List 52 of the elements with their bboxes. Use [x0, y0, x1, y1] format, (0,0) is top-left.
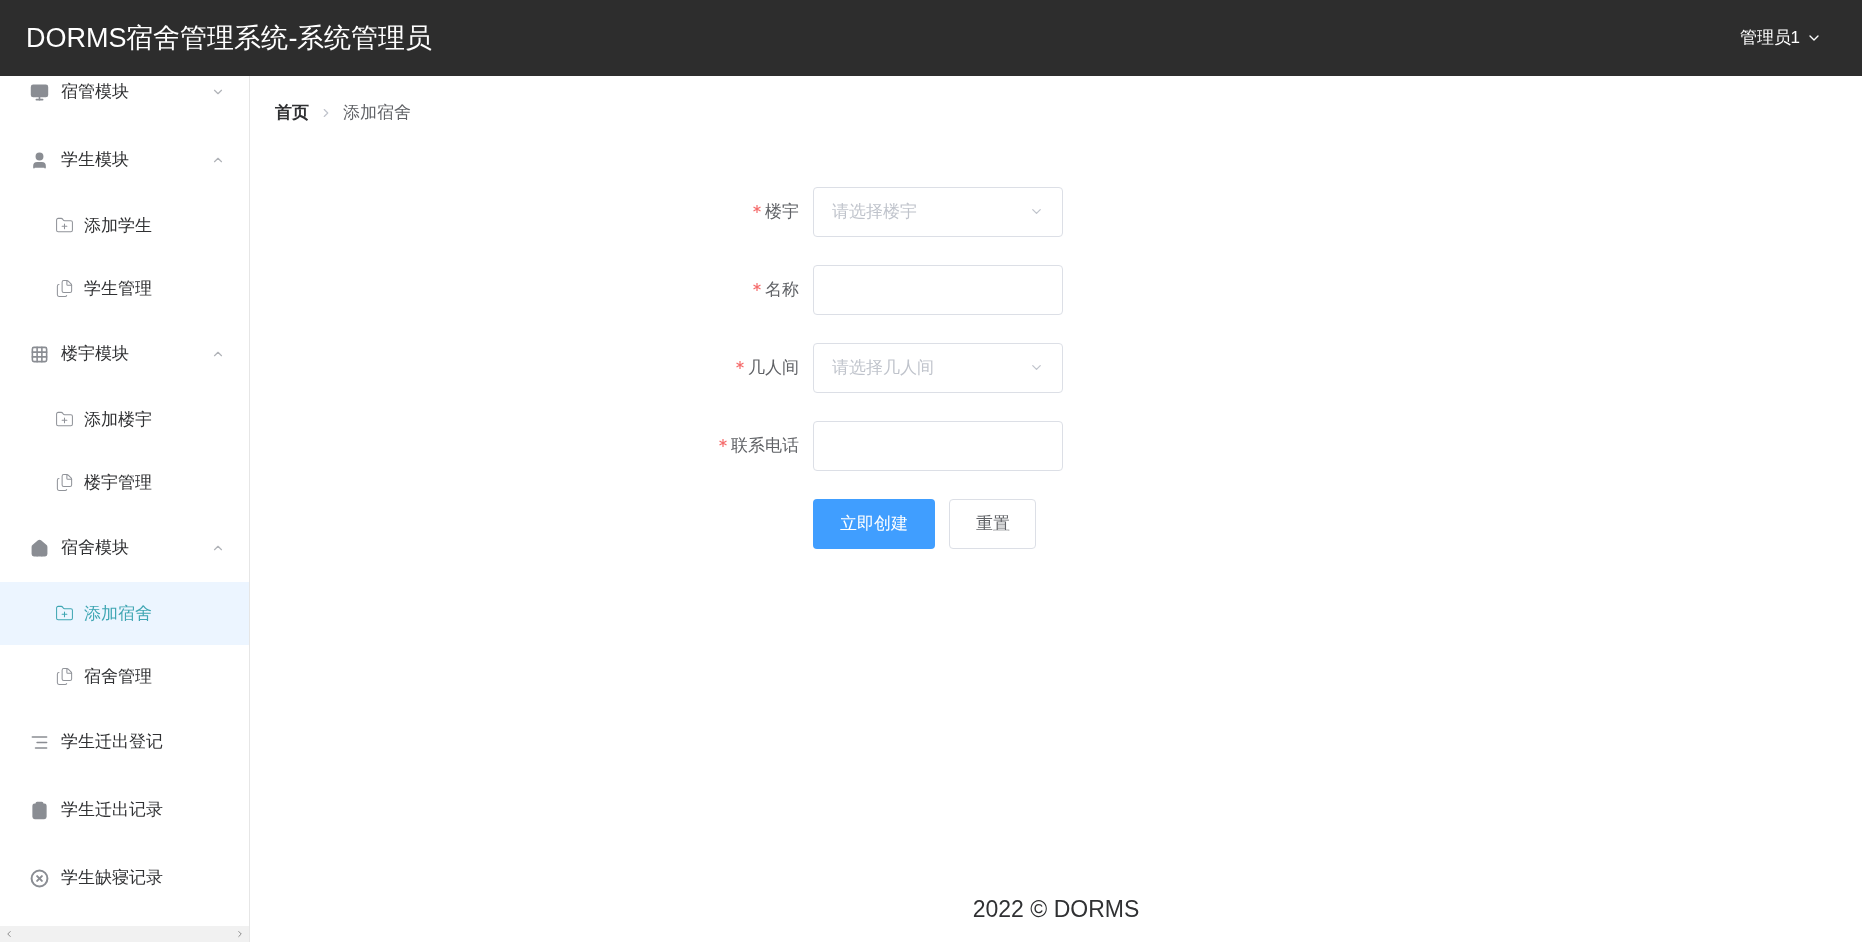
menu-item-label: 添加宿舍	[84, 602, 152, 625]
user-icon	[30, 150, 49, 170]
menu-group[interactable]: 学生模块	[0, 126, 249, 194]
folder-plus-icon	[55, 604, 74, 623]
menu-group[interactable]: 楼宇模块	[0, 320, 249, 388]
house-icon	[30, 538, 49, 558]
user-menu[interactable]: 管理员1	[1739, 25, 1822, 51]
menu-item[interactable]: 楼宇管理	[0, 451, 249, 514]
breadcrumb-link[interactable]: 首页	[275, 100, 309, 126]
monitor-icon	[30, 82, 49, 102]
menu-item[interactable]: 学生管理	[0, 257, 249, 320]
menu-group-label: 宿舍模块	[61, 537, 130, 560]
menu-group-label: 学生缺寝记录	[61, 867, 164, 890]
scroll-right-icon[interactable]	[235, 929, 245, 939]
field-label: 名称	[765, 278, 799, 301]
breadcrumb-current: 添加宿舍	[343, 102, 411, 124]
menu-item-label: 添加楼宇	[84, 408, 152, 431]
footer-text: 2022 © DORMS	[972, 894, 1140, 924]
horizontal-scrollbar[interactable]	[0, 926, 249, 942]
menu-item[interactable]: 宿舍管理	[0, 645, 249, 708]
document-icon	[55, 667, 74, 686]
reset-button[interactable]: 重置	[949, 498, 1036, 549]
input-field[interactable]	[813, 420, 1063, 471]
menu-item-label: 学生管理	[84, 277, 152, 300]
menu-item[interactable]: 添加楼宇	[0, 388, 249, 451]
field-label: 楼宇	[765, 200, 799, 223]
menu-group-label: 学生迁出登记	[61, 731, 164, 754]
field-label: 几人间	[748, 356, 799, 379]
close-circle-icon	[30, 868, 49, 888]
menu-group[interactable]: 学生迁出记录	[0, 776, 249, 844]
menu-group-label: 学生模块	[61, 149, 130, 172]
document-icon	[55, 473, 74, 492]
menu-group[interactable]: 学生缺寝记录	[0, 844, 249, 912]
grid-icon	[30, 344, 49, 364]
clipboard-icon	[30, 800, 49, 820]
app-title: DORMS宿舍管理系统-系统管理员	[26, 21, 433, 55]
folder-plus-icon	[55, 410, 74, 429]
folder-plus-icon	[55, 216, 74, 235]
menu-item-label: 宿舍管理	[84, 665, 152, 688]
menu-item-label: 添加学生	[84, 214, 152, 237]
menu-group[interactable]: 宿舍模块	[0, 514, 249, 582]
menu-group[interactable]: 学生迁出登记	[0, 708, 249, 776]
input-field[interactable]	[813, 264, 1063, 315]
menu-group-label: 楼宇模块	[61, 343, 130, 366]
menu-group-label: 宿管模块	[61, 81, 130, 104]
scroll-left-icon[interactable]	[4, 929, 14, 939]
menu-group[interactable]: 宿管模块	[0, 76, 249, 126]
field-label: 联系电话	[731, 434, 799, 457]
menu-group-label: 学生迁出记录	[61, 799, 164, 822]
menu-item-label: 楼宇管理	[84, 471, 152, 494]
document-icon	[55, 279, 74, 298]
menu-item[interactable]: 添加学生	[0, 194, 249, 257]
